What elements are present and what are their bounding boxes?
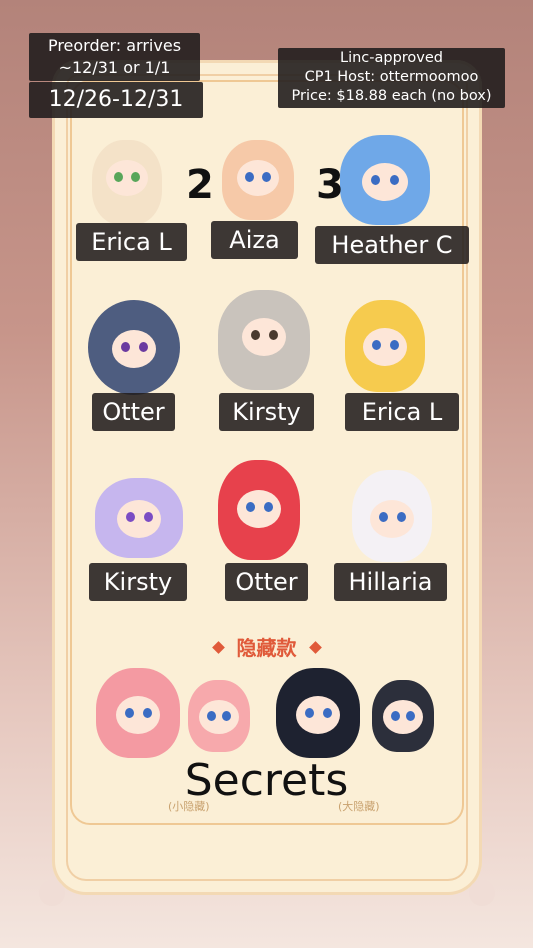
figure-cat <box>92 140 162 225</box>
diamond-icon <box>308 641 322 654</box>
info-line-1: Linc-approved <box>339 50 443 66</box>
name-tag-r1c3: Heather C <box>315 226 469 264</box>
number-3: 3 <box>316 162 344 208</box>
figure-night-sheep <box>88 300 180 395</box>
figure-secret-ink-lion <box>276 668 360 758</box>
figure-koala <box>218 290 310 390</box>
diamond-icon <box>211 641 225 654</box>
name-tag-r3c3: Hillaria <box>334 563 447 601</box>
name-tag-r1c2: Aiza <box>211 221 298 259</box>
preorder-note: Preorder: arrives ~12/31 or 1/1 <box>29 33 200 81</box>
figure-bunny-red <box>222 140 294 220</box>
date-range: 12/26-12/31 <box>29 82 203 118</box>
number-2: 2 <box>186 162 214 208</box>
info-line-2: CP1 Host: ottermoomoo <box>304 69 479 85</box>
secret-caption-right: (大隐藏) <box>338 800 380 813</box>
preorder-line-2: ~12/31 or 1/1 <box>58 58 171 77</box>
figure-lilac-sheep <box>95 478 183 558</box>
name-tag-r1c1: Erica L <box>76 223 187 261</box>
hidden-title-text: 隐藏款 <box>236 636 297 660</box>
name-tag-r2c2: Kirsty <box>219 393 314 431</box>
figure-secret-pink-small <box>188 680 250 752</box>
ticket-notch-right <box>469 880 495 906</box>
name-tag-r3c2: Otter <box>225 563 308 601</box>
figure-secret-pink-lion <box>96 668 180 758</box>
figure-secret-ink-small <box>372 680 434 752</box>
host-info: Linc-approved CP1 Host: ottermoomoo Pric… <box>278 48 505 108</box>
preorder-line-1: Preorder: arrives <box>47 36 182 55</box>
figure-red-lion <box>218 460 300 560</box>
ticket-notch-left <box>39 880 65 906</box>
figure-white-rabbit <box>352 470 432 562</box>
name-tag-r2c1: Otter <box>92 393 175 431</box>
name-tag-r3c1: Kirsty <box>89 563 187 601</box>
figure-yellow-lion <box>345 300 425 392</box>
hidden-section-title: 隐藏款 <box>0 632 533 661</box>
info-line-3: Price: $18.88 each (no box) <box>291 88 492 104</box>
name-tag-r2c3: Erica L <box>345 393 459 431</box>
figure-blue-owl <box>340 135 430 225</box>
secrets-label: Secrets <box>184 755 349 806</box>
secret-caption-left: (小隐藏) <box>168 800 210 813</box>
